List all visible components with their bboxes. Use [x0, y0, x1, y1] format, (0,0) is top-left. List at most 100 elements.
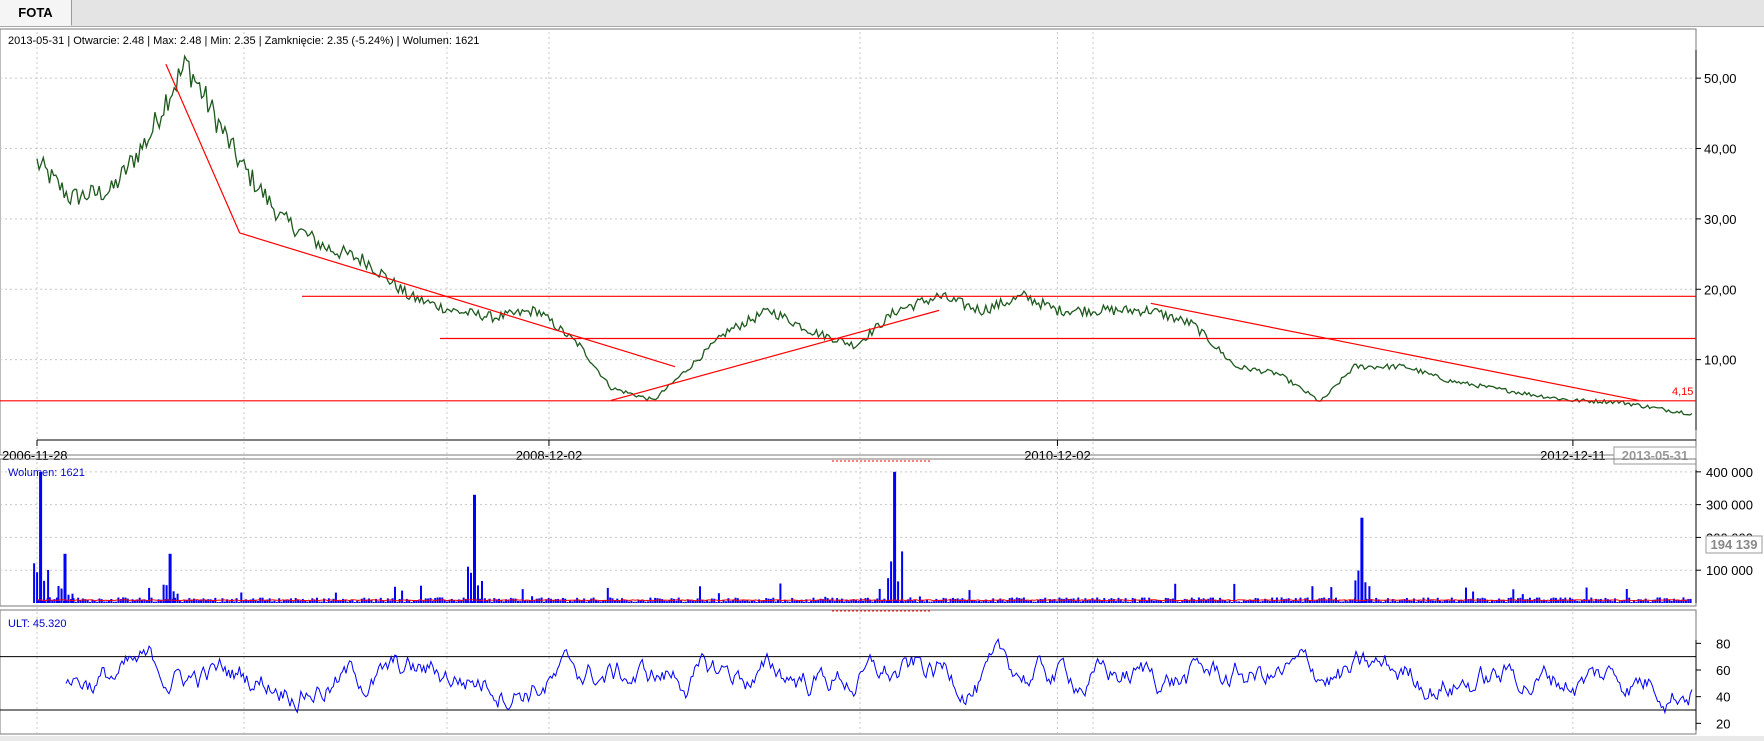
- volume-bar: [240, 592, 243, 603]
- volume-bar: [982, 600, 985, 603]
- volume-bar: [1176, 601, 1179, 603]
- volume-bar: [973, 600, 976, 603]
- cursor-volume-label: 194 139: [1711, 537, 1758, 552]
- volume-bar: [1342, 601, 1345, 603]
- volume-bar: [238, 601, 240, 603]
- volume-bar: [377, 601, 380, 603]
- volume-bar: [658, 598, 661, 603]
- volume-bar: [453, 600, 456, 603]
- x-axis-label: 2006-11-28: [2, 448, 68, 463]
- volume-bar: [1325, 600, 1328, 603]
- volume-panel-frame: [0, 458, 1697, 607]
- volume-bar: [1663, 598, 1666, 603]
- volume-bar: [887, 578, 890, 603]
- volume-spike: [1360, 517, 1364, 603]
- chart-area: 2013-05-31 | Otwarcie: 2.48 | Max: 2.48 …: [0, 27, 1764, 736]
- volume-bar: [346, 601, 349, 603]
- volume-bar: [197, 600, 200, 603]
- volume-bar: [1152, 600, 1155, 603]
- stock-chart[interactable]: 2013-05-31 | Otwarcie: 2.48 | Max: 2.48 …: [0, 27, 1764, 736]
- volume-bar: [883, 598, 886, 603]
- volume-bar: [509, 597, 512, 603]
- volume-bar: [748, 601, 751, 603]
- volume-bar: [1231, 602, 1233, 603]
- volume-bar: [1162, 601, 1165, 603]
- x-axis-label: 2010-12-02: [1024, 448, 1091, 463]
- volume-bar: [372, 601, 375, 603]
- volume-bar: [358, 601, 361, 603]
- volume-bar: [1089, 600, 1092, 603]
- volume-bar: [1297, 600, 1300, 603]
- volume-bar: [1644, 598, 1647, 603]
- volume-bar: [264, 600, 266, 603]
- volume-bar: [661, 599, 664, 603]
- volume-bar: [488, 598, 491, 603]
- volume-bar: [566, 601, 569, 603]
- volume-bar: [847, 601, 850, 603]
- volume-bar: [1486, 600, 1489, 603]
- price-tick-label: 20,00: [1704, 282, 1737, 297]
- volume-bar: [1004, 601, 1006, 603]
- volume-bar: [1346, 601, 1349, 603]
- volume-bar: [275, 601, 278, 603]
- volume-spike: [63, 553, 67, 603]
- volume-bar: [1424, 601, 1427, 603]
- volume-bar: [1505, 601, 1508, 603]
- volume-bar: [817, 600, 820, 603]
- volume-bar: [1583, 599, 1586, 603]
- volume-bar: [1441, 601, 1444, 603]
- volume-bar: [751, 600, 753, 603]
- volume-bar: [1616, 602, 1619, 603]
- ult-panel-frame: [0, 609, 1697, 735]
- volume-bar: [1410, 600, 1413, 603]
- volume-bar: [904, 600, 907, 603]
- volume-bar: [992, 598, 995, 603]
- volume-bar: [1245, 600, 1248, 603]
- x-axis-label: 2008-12-02: [516, 448, 583, 463]
- volume-bar: [1157, 600, 1160, 603]
- volume-bar: [618, 600, 621, 603]
- volume-bar: [930, 601, 933, 603]
- price-tick-label: 30,00: [1704, 212, 1737, 227]
- volume-bar: [1576, 600, 1579, 603]
- volume-bar: [1207, 598, 1210, 603]
- volume-bar: [53, 599, 56, 603]
- volume-spike: [168, 553, 172, 603]
- volume-bar: [999, 598, 1002, 603]
- volume-bar: [133, 600, 136, 603]
- volume-bar: [256, 601, 259, 603]
- volume-bar: [337, 600, 340, 603]
- volume-bar: [216, 602, 219, 603]
- volume-bar: [1387, 598, 1389, 603]
- volume-bar: [292, 601, 295, 603]
- ult-panel: ULT: 45.320 20 40 60 80: [0, 609, 1730, 735]
- volume-bar: [753, 600, 756, 603]
- volume-bar: [405, 598, 408, 603]
- volume-bar: [954, 598, 957, 603]
- volume-bar: [1195, 601, 1198, 603]
- volume-bar: [944, 598, 947, 603]
- tab-fota[interactable]: FOTA: [0, 0, 72, 26]
- volume-bar: [1431, 600, 1434, 603]
- ohlc-info: 2013-05-31 | Otwarcie: 2.48 | Max: 2.48 …: [8, 35, 479, 47]
- volume-bar: [708, 601, 711, 603]
- volume-bar: [543, 601, 545, 603]
- volume-tick-label: 100 000: [1706, 563, 1753, 578]
- volume-bar: [862, 600, 865, 603]
- volume-bar: [1611, 601, 1614, 603]
- volume-bar: [71, 593, 74, 603]
- volume-bar: [1649, 602, 1652, 603]
- volume-bar: [1566, 600, 1569, 603]
- ult-tick-label: 60: [1716, 663, 1730, 678]
- volume-bar: [807, 601, 810, 603]
- volume-bar: [994, 601, 997, 603]
- volume-tick-label: 400 000: [1706, 465, 1753, 480]
- volume-bar: [1318, 598, 1321, 603]
- volume-bar: [843, 601, 846, 603]
- volume-spike: [893, 471, 897, 603]
- ult-tick-label: 40: [1716, 690, 1730, 705]
- volume-bar: [1472, 591, 1475, 603]
- volume-bar: [195, 599, 198, 603]
- price-panel: 2013-05-31 | Otwarcie: 2.48 | Max: 2.48 …: [0, 28, 1737, 465]
- volume-bar: [1063, 598, 1066, 603]
